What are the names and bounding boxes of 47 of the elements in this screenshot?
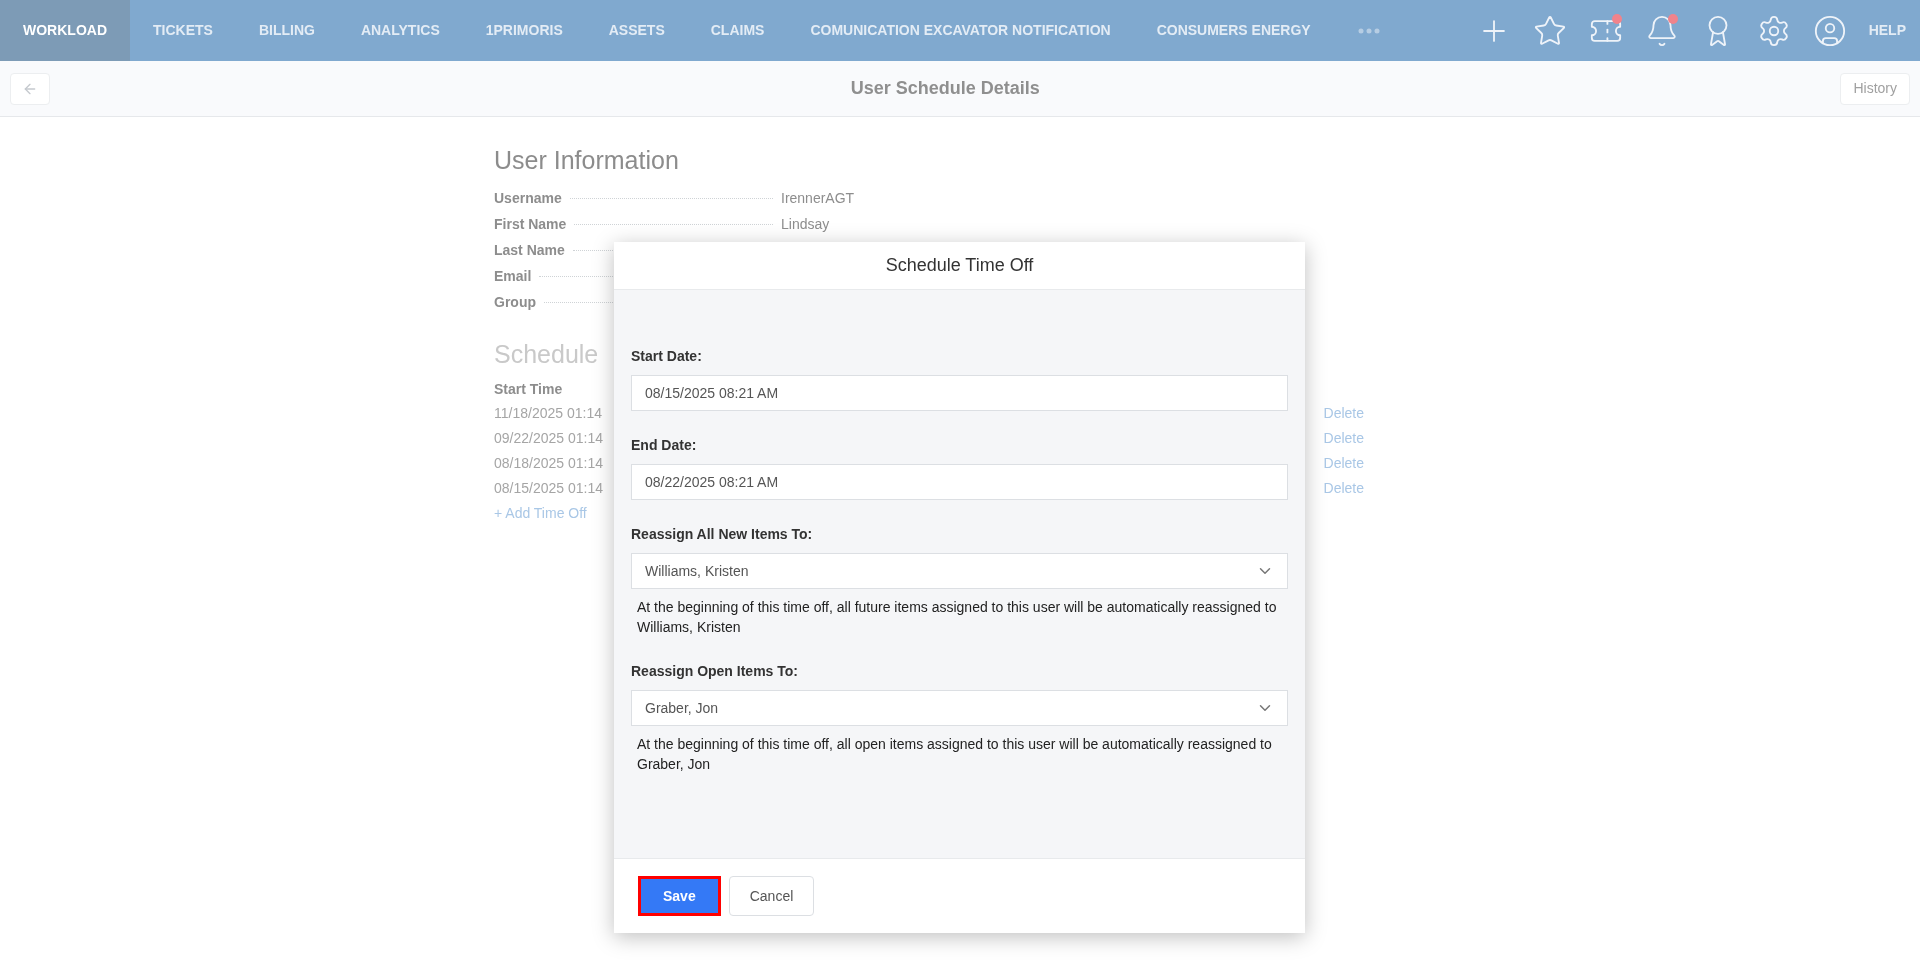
modal-title: Schedule Time Off <box>885 254 1034 277</box>
delete-link[interactable]: Delete <box>1323 428 1364 449</box>
nav-tab[interactable]: COMUNICATION EXCAVATOR NOTIFICATION <box>787 0 1134 61</box>
delete-link[interactable]: Delete <box>1323 453 1364 474</box>
field-label: Reassign All New Items To: <box>631 525 813 544</box>
table-cell-text: 09/22/2025 01:14 <box>494 429 603 448</box>
nav-tab[interactable]: CONSUMERS ENERGY <box>1133 0 1334 61</box>
field-label: Last Name <box>494 240 565 260</box>
field-label: First Name <box>494 214 567 234</box>
table-cell-text: 08/15/2025 01:14 <box>494 479 603 498</box>
date-field[interactable]: 08/15/2025 08:21 AM <box>631 375 1288 411</box>
nav-tab[interactable]: CLAIMS <box>687 0 788 61</box>
field-label: Start Date: <box>631 347 702 366</box>
save-button[interactable]: Save <box>638 876 721 916</box>
field-label: End Date: <box>631 436 697 455</box>
dropdown-field[interactable]: Williams, Kristen <box>631 553 1288 589</box>
history-button[interactable]: History <box>1840 72 1910 105</box>
nav-tab[interactable]: BILLING <box>235 0 338 61</box>
delete-link[interactable]: Delete <box>1323 478 1364 499</box>
field-value: IrennerAGT <box>781 188 855 208</box>
nav-tab[interactable]: WORKLOAD <box>0 0 130 61</box>
help-link[interactable]: HELP <box>1868 20 1906 41</box>
delete-link[interactable]: Delete <box>1323 403 1364 424</box>
nav-tab[interactable]: 1PRIMORIS <box>462 0 586 61</box>
add-time-off-link[interactable]: + Add Time Off <box>494 501 587 526</box>
table-cell-text: 08/18/2025 01:14 <box>494 454 603 473</box>
user-icon[interactable] <box>1812 13 1847 48</box>
help-text: At the beginning of this time off, all future items assigned to this user will be automatically reassigned to Williams, Kristen <box>636 598 1278 637</box>
nav-tab[interactable]: ASSETS <box>585 0 688 61</box>
date-field[interactable]: 08/22/2025 08:21 AM <box>631 464 1288 500</box>
field-value: Lindsay <box>781 214 830 234</box>
field-label: Email <box>494 266 532 286</box>
column-header: Start Time <box>494 380 563 399</box>
cancel-button[interactable]: Cancel <box>728 876 815 916</box>
section-title: User Information <box>494 145 679 176</box>
dropdown-field[interactable]: Graber, Jon <box>631 690 1288 726</box>
field-label: Username <box>494 188 562 208</box>
help-text: At the beginning of this time off, all open items assigned to this user will be automatically reassigned to Graber, Jon <box>636 735 1273 774</box>
nav-tab[interactable]: ANALYTICS <box>337 0 463 61</box>
table-cell-text: 11/18/2025 01:14 <box>494 404 602 423</box>
page-title: User Schedule Details <box>850 77 1040 100</box>
star-icon[interactable] <box>1532 13 1567 48</box>
field-label: Reassign Open Items To: <box>631 662 798 681</box>
more-icon[interactable] <box>1357 27 1380 34</box>
back-button[interactable] <box>10 72 50 105</box>
field-label: Group <box>494 292 536 312</box>
nav-tab[interactable]: TICKETS <box>130 0 236 61</box>
